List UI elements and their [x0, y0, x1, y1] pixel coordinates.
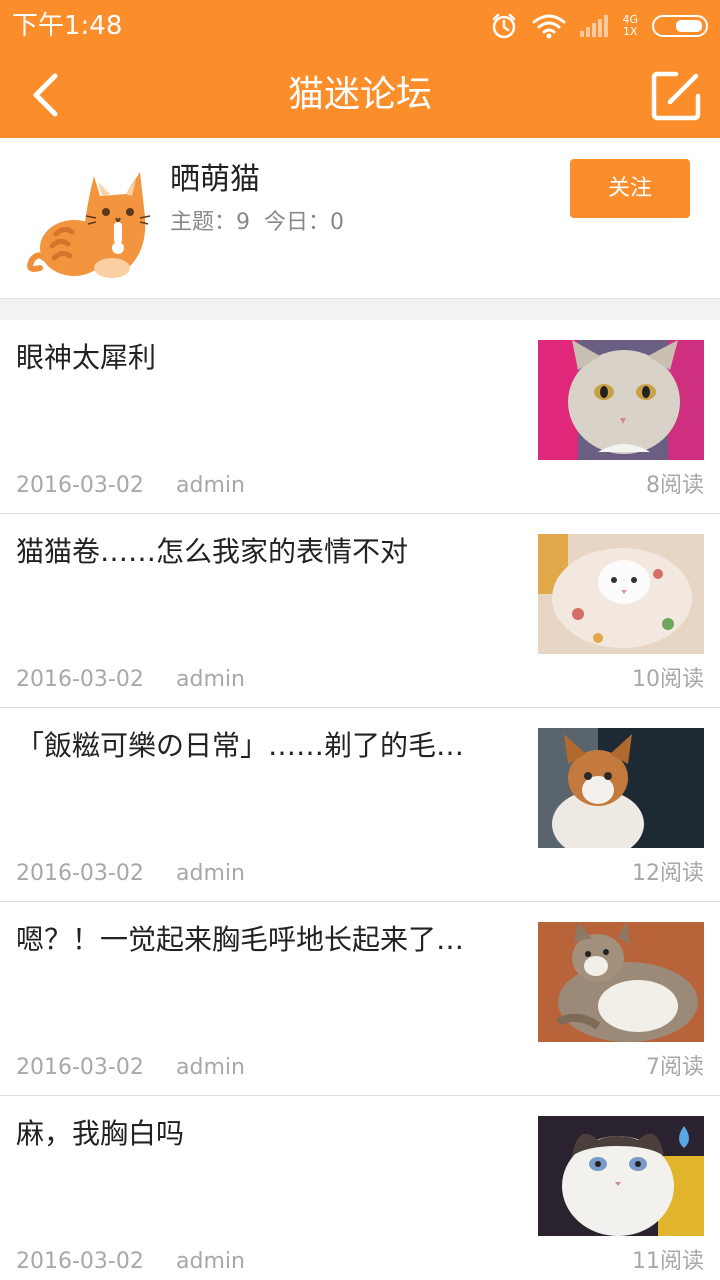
post-author: admin	[176, 667, 245, 692]
post-thumbnail[interactable]	[538, 534, 704, 654]
forum-stats: 主题：9 今日：0	[170, 208, 344, 238]
post-item[interactable]: 麻，我胸白吗 2016-03-02 admin 11阅读	[0, 1096, 720, 1280]
topic-count: 主题：9	[170, 210, 250, 235]
compose-button[interactable]	[648, 68, 704, 124]
wifi-icon	[532, 14, 566, 39]
today-count: 今日：0	[264, 210, 344, 235]
signal-strength-icon	[580, 15, 609, 37]
post-read-count: 10阅读	[632, 667, 704, 692]
section-divider	[0, 298, 720, 320]
post-read-count: 11阅读	[632, 1249, 704, 1274]
post-author: admin	[176, 861, 245, 886]
alarm-icon	[493, 13, 516, 39]
post-item[interactable]: 嗯？！一觉起来胸毛呼地长起来了… 2016-03-02 admin 7阅读	[0, 902, 720, 1096]
post-title[interactable]: 嗯？！一觉起来胸毛呼地长起来了…	[16, 920, 516, 960]
post-item[interactable]: 眼神太犀利 2016-03-02 admin 8阅读	[0, 320, 720, 514]
post-date: 2016-03-02	[16, 861, 144, 886]
post-item[interactable]: 猫猫卷……怎么我家的表情不对 2016-03-02 admin 10阅读	[0, 514, 720, 708]
compose-icon	[651, 71, 701, 121]
post-thumbnail[interactable]	[538, 340, 704, 460]
post-thumbnail[interactable]	[538, 1116, 704, 1236]
post-title[interactable]: 「飯糍可樂の日常」……剃了的毛…	[16, 726, 516, 766]
post-title[interactable]: 眼神太犀利	[16, 338, 516, 378]
status-icons: 4G 1X	[490, 8, 708, 44]
forum-name: 晒萌猫	[170, 162, 260, 197]
status-bar: 下午1:48 4G 1X	[0, 0, 720, 52]
status-time: 下午1:48	[12, 11, 123, 41]
forum-header: 晒萌猫 主题：9 今日：0 关注	[0, 138, 720, 298]
post-read-count: 12阅读	[632, 861, 704, 886]
post-date: 2016-03-02	[16, 1249, 144, 1274]
post-title[interactable]: 麻，我胸白吗	[16, 1114, 516, 1154]
network-bottom-label: 1X	[622, 25, 638, 38]
nav-bar: 猫迷论坛	[0, 52, 720, 138]
battery-icon	[652, 15, 708, 37]
post-read-count: 8阅读	[646, 473, 704, 498]
post-author: admin	[176, 1055, 245, 1080]
post-item[interactable]: 「飯糍可樂の日常」……剃了的毛… 2016-03-02 admin 12阅读	[0, 708, 720, 902]
post-date: 2016-03-02	[16, 667, 144, 692]
post-author: admin	[176, 1249, 245, 1274]
forum-avatar-cat-icon	[27, 172, 151, 278]
post-thumbnail[interactable]	[538, 728, 704, 848]
post-author: admin	[176, 473, 245, 498]
post-date: 2016-03-02	[16, 473, 144, 498]
follow-button[interactable]: 关注	[570, 159, 690, 218]
post-list: 眼神太犀利 2016-03-02 admin 8阅读 猫猫卷……怎么我家的表情不…	[0, 320, 720, 1280]
post-date: 2016-03-02	[16, 1055, 144, 1080]
post-thumbnail[interactable]	[538, 922, 704, 1042]
post-title[interactable]: 猫猫卷……怎么我家的表情不对	[16, 532, 516, 572]
page-title: 猫迷论坛	[287, 74, 432, 115]
post-read-count: 7阅读	[646, 1055, 704, 1080]
network-type: 4G 1X	[622, 14, 638, 38]
